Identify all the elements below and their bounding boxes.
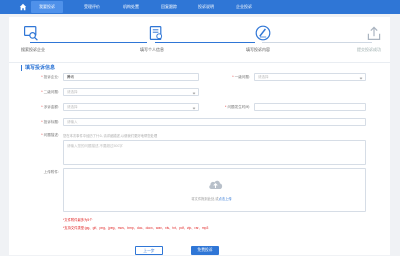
desc-label: * 问题描述:: [41, 133, 59, 137]
main-card: 搜索投诉企业 填写个人信息 填写投诉内容 提交投诉成功 填写投诉信息 * 投诉企…: [9, 17, 390, 255]
home-icon[interactable]: [19, 3, 27, 11]
amount-select[interactable]: 请选择: [63, 103, 199, 111]
submit-upload-icon: [367, 26, 381, 40]
step-connector: [30, 42, 147, 43]
title-field[interactable]: 请输入: [63, 118, 366, 126]
type2-select[interactable]: 请选择: [63, 88, 199, 96]
section-title: 填写投诉信息: [21, 65, 55, 71]
progress-steps: 搜索投诉企业 填写个人信息 填写投诉内容 提交投诉成功: [9, 17, 390, 56]
desc-hint: 您在本次事件中经历了什么,请详细描述,以便我们更好地帮您处理: [63, 134, 158, 138]
prev-step-button[interactable]: 上一步: [135, 246, 163, 255]
type1-select[interactable]: 请选择: [254, 73, 366, 81]
personal-info-icon: [149, 26, 163, 40]
nav-item-guide[interactable]: 投诉说明: [191, 1, 221, 13]
type1-label: * 一级问题:: [232, 75, 250, 79]
title-label: * 投诉标题:: [41, 120, 59, 124]
cloud-upload-icon: [209, 180, 223, 189]
step-label-3: 填写投诉内容: [246, 47, 270, 52]
attach-count-note: *文件附件最多为5个: [63, 218, 93, 222]
time-label: * 问题发生时间:: [225, 105, 250, 109]
company-label: * 投诉企业:: [41, 75, 59, 79]
step-connector: [262, 42, 372, 43]
chevron-down-icon: [192, 106, 196, 109]
nav-item-institution[interactable]: 机构处置: [116, 1, 146, 13]
search-company-icon: [24, 26, 38, 41]
time-field[interactable]: [254, 103, 366, 111]
desc-textarea[interactable]: 请输入您的问题描述,不要超过500字: [63, 140, 366, 165]
chevron-down-icon: [359, 76, 363, 79]
type2-label: * 二级问题:: [41, 90, 59, 94]
submit-complaint-button[interactable]: 免费投诉: [191, 246, 219, 255]
file-type-note: *支持文件类型:jpg、gif、png、jpeg、mov、bmp、doc、doc…: [63, 226, 209, 230]
step-label-4: 提交投诉成功: [357, 47, 381, 52]
nav-item-enterprise[interactable]: 企业投诉: [229, 1, 259, 13]
company-field[interactable]: 腾讯: [63, 73, 199, 81]
chevron-down-icon: [192, 91, 196, 94]
nav-item-complain[interactable]: 我要投诉: [31, 1, 63, 13]
nav-item-reply[interactable]: 回复跟踪: [154, 1, 184, 13]
step-connector: [155, 42, 255, 43]
nav-item-evaluation[interactable]: 受理评价: [77, 1, 107, 13]
complaint-content-icon: [255, 25, 271, 41]
step-label-1: 搜索投诉企业: [21, 47, 45, 52]
attach-label: 上传附件:: [43, 170, 59, 174]
upload-text: 将文件拖到此处,或点击上传: [191, 197, 232, 201]
upload-dropzone[interactable]: 将文件拖到此处,或点击上传: [63, 168, 366, 212]
upload-link[interactable]: 点击上传: [219, 197, 232, 201]
section-divider: [9, 62, 390, 63]
step-label-2: 填写个人信息: [140, 47, 164, 52]
top-nav-bar: 我要投诉 受理评价 机构处置 回复跟踪 投诉说明 企业投诉: [0, 0, 400, 14]
amount-label: * 涉诉金额:: [41, 105, 59, 109]
